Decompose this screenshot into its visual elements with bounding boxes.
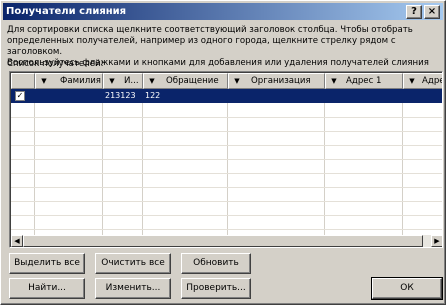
grid-line [34, 103, 35, 236]
grid-line [11, 187, 442, 188]
column-header-organization[interactable]: ▼ Организация [228, 73, 325, 89]
grid-line [11, 131, 442, 132]
scrollbar-thumb[interactable] [23, 235, 423, 247]
grid-line [11, 145, 442, 146]
window-title: Получатели слияния [6, 6, 127, 17]
grid-line [11, 201, 442, 202]
grid-line [227, 103, 228, 236]
grid-line [324, 103, 325, 236]
grid-line [402, 103, 403, 236]
mail-merge-recipients-dialog: Получатели слияния ? × Для сортировки сп… [0, 0, 446, 305]
scroll-left-icon[interactable]: ◀ [11, 235, 23, 247]
recipient-grid: ▼ Фамилия ▼ И... ▼ Обращение ▼ Организац… [11, 73, 442, 236]
grid-line [11, 117, 442, 118]
select-all-button[interactable]: Выделить все [9, 253, 85, 274]
horizontal-scrollbar[interactable]: ◀ ▶ [11, 235, 442, 247]
filter-arrow-icon[interactable]: ▼ [107, 76, 117, 86]
help-button[interactable]: ? [406, 5, 422, 19]
grid-line [102, 103, 103, 236]
column-header-check [11, 73, 35, 89]
filter-arrow-icon[interactable]: ▼ [147, 76, 157, 86]
scroll-right-icon[interactable]: ▶ [431, 235, 442, 247]
column-header-address1[interactable]: ▼ Адрес 1 [325, 73, 403, 89]
grid-line [11, 159, 442, 160]
recipient-list-label: Список получателей: [7, 59, 104, 69]
find-button[interactable]: Найти... [9, 278, 85, 299]
refresh-button[interactable]: Обновить [181, 253, 251, 274]
clear-all-button[interactable]: Очистить все [95, 253, 171, 274]
table-cell-organization [230, 89, 322, 103]
ok-button[interactable]: ОК [371, 277, 443, 300]
grid-line [11, 173, 442, 174]
column-header-address2[interactable]: ▼ Адрес [403, 73, 442, 89]
grid-line [11, 215, 442, 216]
filter-arrow-icon[interactable]: ▼ [407, 76, 417, 86]
recipient-checkbox[interactable]: ✓ [15, 91, 25, 101]
table-cell-address1 [327, 89, 401, 103]
validate-button[interactable]: Проверить... [181, 278, 251, 299]
grid-line [142, 103, 143, 236]
column-header-lastname[interactable]: ▼ Фамилия [35, 73, 103, 89]
column-header-row: ▼ Фамилия ▼ И... ▼ Обращение ▼ Организац… [11, 73, 442, 89]
column-header-firstname[interactable]: ▼ И... [103, 73, 143, 89]
table-cell-salutation: 122 [145, 91, 161, 100]
table-cell-firstname: 213123 [105, 91, 136, 100]
filter-arrow-icon[interactable]: ▼ [232, 76, 242, 86]
table-cell-address2 [405, 89, 442, 103]
edit-button[interactable]: Изменить... [95, 278, 171, 299]
recipient-list[interactable]: ▼ Фамилия ▼ И... ▼ Обращение ▼ Организац… [9, 71, 443, 248]
title-bar[interactable]: Получатели слияния ? × [3, 3, 443, 20]
column-header-salutation[interactable]: ▼ Обращение [143, 73, 228, 89]
grid-line [11, 229, 442, 230]
filter-arrow-icon[interactable]: ▼ [329, 76, 339, 86]
table-cell-lastname [37, 89, 101, 103]
filter-arrow-icon[interactable]: ▼ [39, 76, 49, 86]
close-button[interactable]: × [424, 5, 440, 19]
